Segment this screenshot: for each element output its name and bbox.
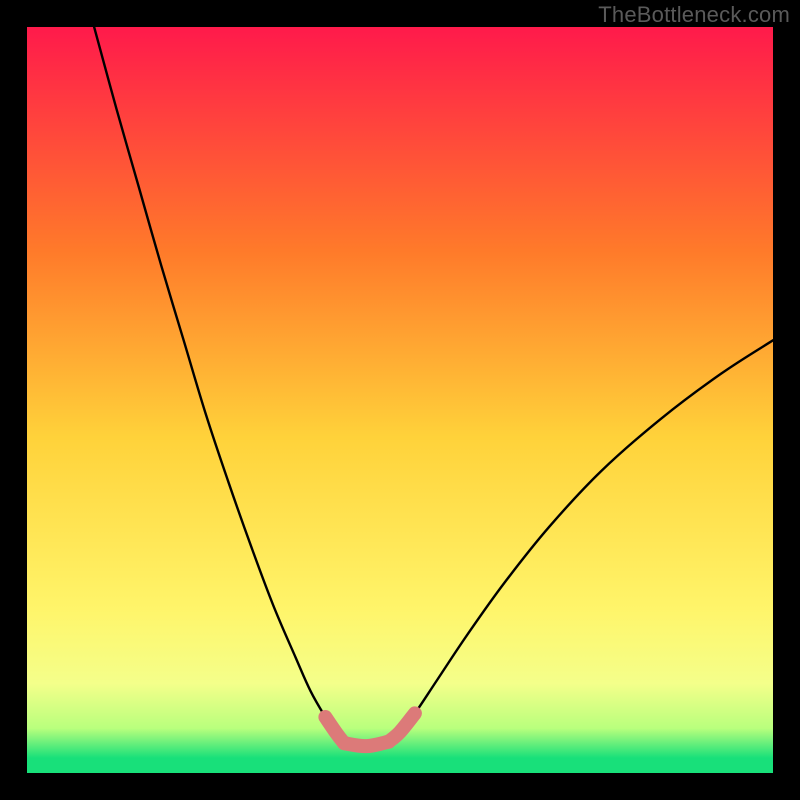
chart-frame: TheBottleneck.com [0, 0, 800, 800]
watermark-text: TheBottleneck.com [598, 2, 790, 28]
gradient-background [27, 27, 773, 773]
plot-area [27, 27, 773, 773]
plot-svg [27, 27, 773, 773]
